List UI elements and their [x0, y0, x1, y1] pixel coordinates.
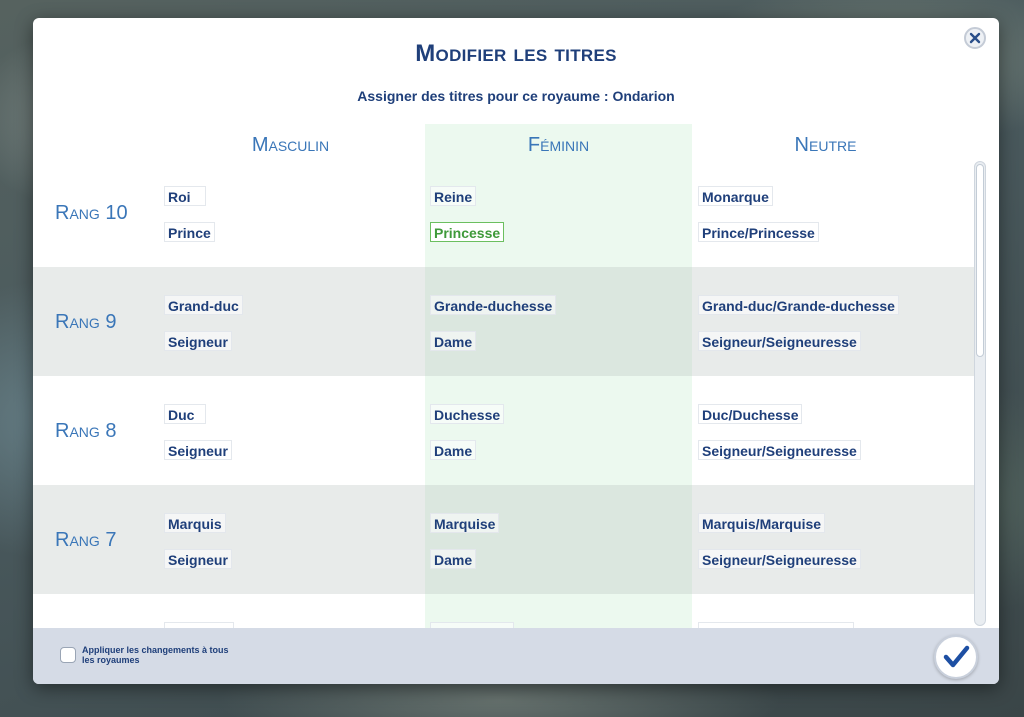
title-input-masculine-2[interactable]: Seigneur [164, 331, 232, 351]
title-input-feminine-2[interactable]: Dame [430, 440, 477, 460]
dialog-title: Modifier les titres [415, 40, 617, 67]
title-input-masculine-2[interactable]: Seigneur [164, 549, 232, 569]
edit-titles-dialog: Modifier les titres Assigner des titres … [33, 18, 999, 684]
title-input-masculine-1[interactable]: Duc [164, 404, 206, 424]
rank-row-6-partial [33, 594, 981, 628]
title-input-neutral-2[interactable]: Seigneur/Seigneuresse [698, 549, 861, 569]
rank-row-9: Rang 9 Grand-duc Seigneur Grande-duchess… [33, 267, 981, 376]
confirm-button[interactable] [934, 635, 978, 679]
title-input-feminine-1[interactable]: Marquise [430, 513, 500, 533]
title-input-neutral-2[interactable]: Prince/Princesse [698, 222, 819, 242]
ranks-list: Rang 10 Roi Prince Reine Princesse Monar… [33, 158, 981, 628]
title-input-neutral-1[interactable]: Duc/Duchesse [698, 404, 803, 424]
title-input-masculine-2[interactable]: Seigneur [164, 440, 232, 460]
title-input-masculine-1[interactable]: Roi [164, 186, 206, 206]
dialog-footer: Appliquer les changements à tous les roy… [33, 628, 999, 684]
title-input-neutral-1[interactable]: Grand-duc/Grande-duchesse [698, 295, 899, 315]
title-input-feminine-1[interactable]: Duchesse [430, 404, 505, 424]
title-input-masculine-2[interactable]: Prince [164, 222, 215, 242]
title-input-feminine-2[interactable]: Princesse [430, 222, 505, 242]
rank-row-8: Rang 8 Duc Seigneur Duchesse Dame Duc/Du… [33, 376, 981, 485]
column-header-neutral: Neutre [794, 134, 857, 156]
rank-row-10: Rang 10 Roi Prince Reine Princesse Monar… [33, 158, 981, 267]
title-input-feminine-2[interactable]: Dame [430, 549, 477, 569]
dialog-subtitle: Assigner des titres pour ce royaume : On… [357, 88, 675, 104]
title-input-feminine-1[interactable]: Reine [430, 186, 477, 206]
title-input-neutral-1[interactable]: Marquis/Marquise [698, 513, 826, 533]
vertical-scrollbar[interactable] [974, 161, 986, 626]
rank-label: Rang 10 [55, 202, 128, 224]
checkmark-icon [943, 645, 970, 668]
rank-row-7: Rang 7 Marquis Seigneur Marquise Dame Ma… [33, 485, 981, 594]
rank-label: Rang 9 [55, 311, 117, 333]
title-input-neutral-2[interactable]: Seigneur/Seigneuresse [698, 331, 861, 351]
column-header-feminine: Féminin [527, 134, 590, 156]
title-input-masculine-1[interactable]: Grand-duc [164, 295, 243, 315]
apply-all-kingdoms-label: Appliquer les changements à tous les roy… [82, 645, 229, 665]
title-input-neutral-1[interactable]: Monarque [698, 186, 773, 206]
title-input-feminine-1[interactable]: Grande-duchesse [430, 295, 557, 315]
apply-all-kingdoms-checkbox[interactable] [60, 647, 76, 663]
title-input-feminine-2[interactable]: Dame [430, 331, 477, 351]
column-header-masculine: Masculin [251, 134, 330, 156]
rank-label: Rang 8 [55, 420, 117, 442]
title-input-neutral-2[interactable]: Seigneur/Seigneuresse [698, 440, 861, 460]
scrollbar-thumb[interactable] [976, 164, 984, 357]
title-input-masculine-1[interactable]: Marquis [164, 513, 226, 533]
rank-label: Rang 7 [55, 529, 117, 551]
